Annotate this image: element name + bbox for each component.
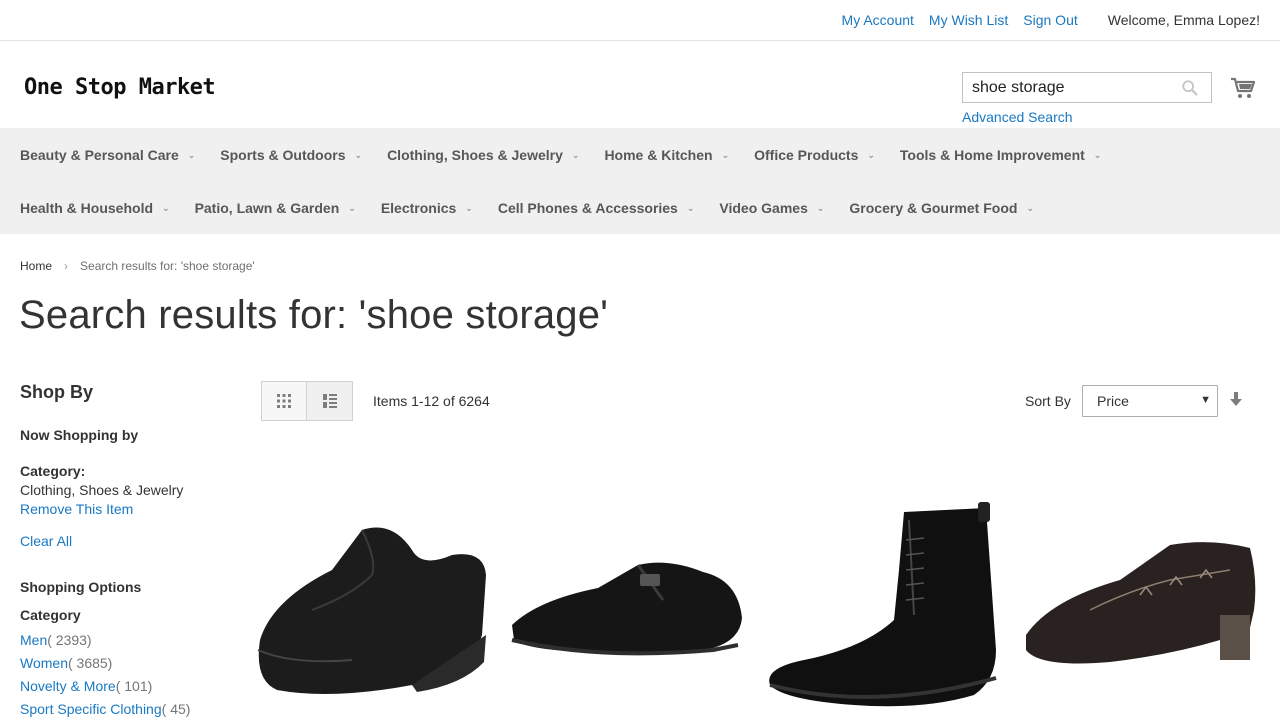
category-list: Men( 2393) Women( 3685) Novelty & More( 10…	[20, 629, 240, 720]
nav-item-label: Health & Household	[20, 199, 154, 216]
chevron-down-icon: ⌄	[571, 150, 580, 160]
nav-item-label: Video Games	[719, 199, 808, 216]
product-image-monk-shoe[interactable]	[508, 500, 744, 720]
nav-item-label: Beauty & Personal Care	[20, 146, 179, 163]
search-input-value: shoe storage	[972, 78, 1065, 96]
active-filter-value: Clothing, Shoes & Jewelry	[20, 482, 184, 498]
category-filter-link[interactable]: Sport Specific Clothing	[20, 701, 162, 717]
nav-item-label: Office Products	[754, 146, 859, 163]
remove-filter-link[interactable]: Remove This Item	[20, 501, 240, 517]
list-view-button[interactable]	[307, 381, 353, 421]
chevron-down-icon: ⌄	[465, 203, 473, 213]
nav-item-label: Patio, Lawn & Garden	[194, 199, 340, 216]
breadcrumb: Home › Search results for: 'shoe storage…	[20, 259, 255, 273]
chevron-down-icon: ⌄	[1093, 150, 1102, 160]
category-filter-link[interactable]: Men	[20, 632, 47, 648]
nav-item-patio-lawn-garden[interactable]: Patio, Lawn & Garden ⌄	[195, 200, 356, 216]
chevron-down-icon: ⌄	[187, 150, 196, 160]
chevron-down-icon: ⌄	[162, 203, 170, 213]
chevron-down-icon: ⌄	[721, 150, 730, 160]
toolbar-item-count: Items 1-12 of 6264	[373, 393, 490, 409]
nav-row: Beauty & Personal Care ⌄ Sports & Outdoors…	[20, 128, 1280, 181]
sort-by-select[interactable]: Price ▼	[1082, 385, 1218, 417]
nav-item-beauty-personal-care[interactable]: Beauty & Personal Care ⌄	[20, 147, 195, 163]
nav-row: Health & Household ⌄ Patio, Lawn & Garden ⌄…	[20, 181, 1280, 234]
breadcrumb-current: Search results for: 'shoe storage'	[80, 259, 255, 273]
nav-item-clothing-shoes-jewelry[interactable]: Clothing, Shoes & Jewelry ⌄	[387, 147, 579, 163]
nav-item-label: Grocery & Gourmet Food	[849, 199, 1018, 216]
product-item[interactable]	[508, 500, 744, 720]
sidebar-filters: Shop By Now Shopping by Category: Clothi…	[20, 380, 240, 720]
chevron-down-icon: ⌄	[348, 203, 356, 213]
chevron-down-icon: ⌄	[354, 150, 363, 160]
nav-item-electronics[interactable]: Electronics ⌄	[381, 200, 473, 216]
nav-item-video-games[interactable]: Video Games ⌄	[719, 200, 824, 216]
top-header-bar: My Account My Wish List Sign Out Welcome…	[0, 0, 1280, 41]
grid-view-button[interactable]	[261, 381, 307, 421]
breadcrumb-separator-icon: ›	[64, 259, 69, 273]
category-filter-item: Men( 2393)	[20, 629, 240, 652]
nav-item-label: Clothing, Shoes & Jewelry	[387, 146, 563, 163]
chevron-down-icon: ⌄	[686, 203, 695, 213]
site-header: One Stop Market shoe storage Advanced Se…	[0, 41, 1280, 128]
chevron-down-icon: ⌄	[816, 203, 825, 213]
category-count: ( 2393)	[47, 632, 92, 648]
nav-item-cell-phones-accessories[interactable]: Cell Phones & Accessories ⌄	[498, 200, 695, 216]
sign-out-link[interactable]: Sign Out	[1023, 12, 1077, 28]
chevron-down-icon: ⌄	[1026, 203, 1034, 213]
shopping-options-heading: Shopping Options	[20, 579, 142, 595]
product-image-wedge-mule[interactable]	[252, 500, 488, 720]
grid-icon	[277, 394, 291, 408]
nav-item-home-kitchen[interactable]: Home & Kitchen ⌄	[604, 147, 729, 163]
product-image-embroidered-mule[interactable]	[1020, 500, 1256, 720]
nav-item-tools-home-improvement[interactable]: Tools & Home Improvement ⌄	[900, 147, 1101, 163]
nav-item-office-products[interactable]: Office Products ⌄	[754, 147, 875, 163]
cart-icon[interactable]	[1230, 76, 1256, 100]
product-image-lace-boot[interactable]	[764, 500, 1000, 720]
product-item[interactable]	[764, 500, 1000, 720]
category-filter-item: Sport Specific Clothing( 45)	[20, 698, 240, 720]
category-count: ( 3685)	[67, 655, 113, 671]
nav-item-sports-outdoors[interactable]: Sports & Outdoors ⌄	[220, 147, 362, 163]
search-input[interactable]: shoe storage	[962, 72, 1212, 103]
shop-by-heading: Shop By	[20, 382, 94, 402]
sort-by-value: Price	[1097, 393, 1129, 409]
category-filter-title[interactable]: Category	[20, 607, 240, 623]
page-title: Search results for: 'shoe storage'	[19, 293, 609, 337]
nav-item-label: Cell Phones & Accessories	[497, 199, 678, 216]
view-mode-switcher	[261, 381, 353, 421]
breadcrumb-home-link[interactable]: Home	[20, 259, 52, 273]
clear-all-link[interactable]: Clear All	[20, 533, 240, 549]
product-item[interactable]	[1020, 500, 1256, 720]
nav-item-label: Tools & Home Improvement	[899, 146, 1085, 163]
category-filter-link[interactable]: Novelty & More	[20, 678, 116, 694]
category-count: ( 101)	[115, 678, 153, 694]
nav-item-label: Sports & Outdoors	[220, 146, 346, 163]
my-account-link[interactable]: My Account	[842, 12, 914, 28]
category-filter-item: Women( 3685)	[20, 652, 240, 675]
search-icon[interactable]	[1181, 79, 1199, 97]
welcome-message: Welcome, Emma Lopez!	[1107, 12, 1260, 28]
advanced-search-link[interactable]: Advanced Search	[962, 109, 1073, 125]
nav-item-label: Electronics	[380, 199, 457, 216]
sort-direction-arrow-icon[interactable]	[1229, 391, 1243, 407]
active-filter-label: Category:	[20, 463, 86, 479]
product-grid	[252, 500, 1262, 720]
category-navigation: Beauty & Personal Care ⌄ Sports & Outdoors…	[0, 128, 1280, 234]
nav-item-health-household[interactable]: Health & Household ⌄	[20, 200, 170, 216]
nav-item-label: Home & Kitchen	[604, 146, 713, 163]
chevron-down-icon: ⌄	[867, 150, 875, 160]
sort-by-label: Sort By	[1025, 393, 1071, 409]
now-shopping-heading: Now Shopping by	[20, 427, 139, 443]
store-logo[interactable]: One Stop Market	[24, 75, 216, 100]
chevron-down-icon: ▼	[1200, 394, 1211, 406]
category-filter-link[interactable]: Women	[20, 655, 68, 671]
category-filter-item: Novelty & More( 101)	[20, 675, 240, 698]
products-toolbar: Items 1-12 of 6264 Sort By Price ▼	[261, 381, 1251, 421]
list-icon	[322, 394, 337, 408]
product-item[interactable]	[252, 500, 488, 720]
my-wish-list-link[interactable]: My Wish List	[929, 12, 1008, 28]
category-count: ( 45)	[161, 701, 191, 717]
nav-item-grocery-gourmet-food[interactable]: Grocery & Gourmet Food ⌄	[849, 200, 1034, 216]
